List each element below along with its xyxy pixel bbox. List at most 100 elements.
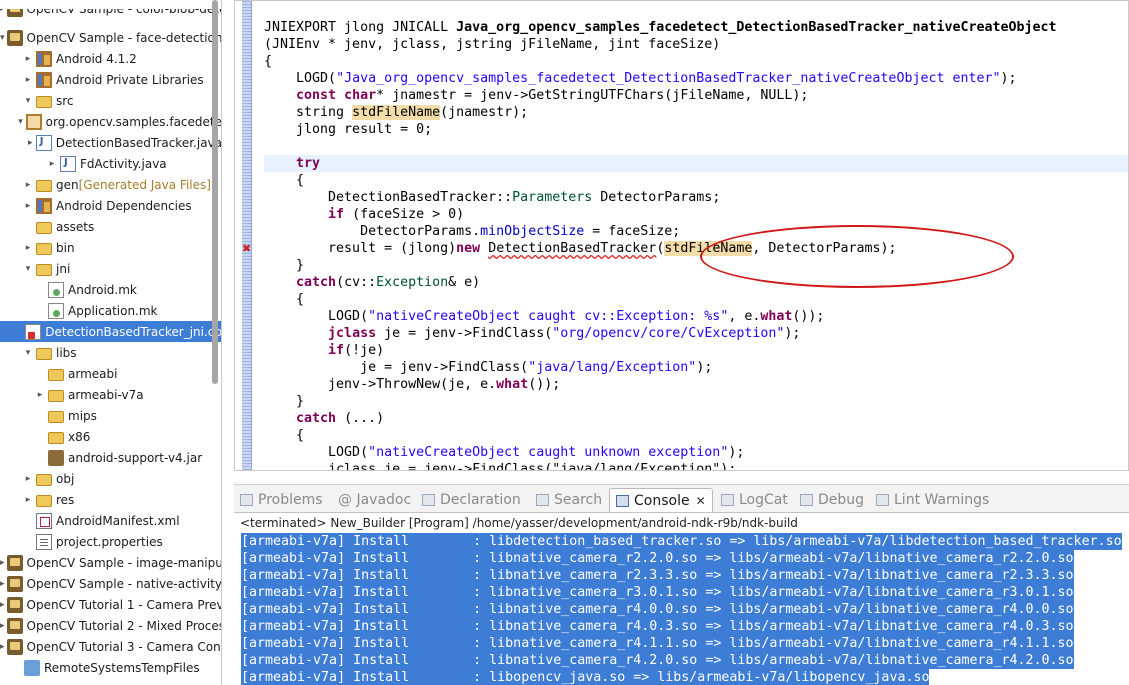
tree-item[interactable]: ▸ OpenCV Tutorial 2 - Mixed Proces [0, 615, 221, 636]
expand-toggle-icon[interactable]: ▾ [0, 33, 5, 43]
expand-toggle-icon[interactable]: ▸ [0, 600, 5, 610]
tree-item[interactable]: ▸ gen [Generated Java Files] [0, 174, 221, 195]
code-line[interactable]: jclass je = jenv->FindClass("org/opencv/… [264, 325, 1128, 342]
tree-item[interactable]: ▸ DetectionBasedTracker.java [0, 132, 221, 153]
code-line[interactable]: catch (...) [264, 410, 1128, 427]
expand-toggle-icon[interactable]: ▾ [22, 348, 34, 358]
code-line[interactable]: { [264, 172, 1128, 189]
code-line[interactable]: if (faceSize > 0) [264, 206, 1128, 223]
tree-item[interactable]: ▾ org.opencv.samples.facedete [0, 111, 221, 132]
console-line[interactable]: [armeabi-v7a] Install : libnative_camera… [241, 601, 1074, 618]
code-line[interactable]: if(!je) [264, 342, 1128, 359]
tree-item[interactable]: armeabi [0, 363, 221, 384]
expand-toggle-icon[interactable]: ▸ [0, 642, 5, 652]
tree-item[interactable]: ▸ armeabi-v7a [0, 384, 221, 405]
expand-toggle-icon[interactable]: ▸ [22, 180, 34, 190]
code-line[interactable]: jlong result = 0; [264, 121, 1128, 138]
tree-item[interactable]: AndroidManifest.xml [0, 510, 221, 531]
console-output[interactable]: [armeabi-v7a] Install : libdetection_bas… [241, 533, 1122, 685]
tree-item[interactable]: Android.mk [0, 279, 221, 300]
expand-toggle-icon[interactable]: ▸ [34, 390, 46, 400]
tree-item[interactable]: ▸ FdActivity.java [0, 153, 221, 174]
expand-toggle-icon[interactable]: ▸ [0, 579, 5, 589]
tab-console[interactable]: Console ✕ [609, 488, 713, 513]
console-line[interactable]: [armeabi-v7a] Install : libnative_camera… [241, 584, 1074, 601]
tab-lint-warnings[interactable]: Lint Warnings [876, 489, 989, 511]
tab-logcat[interactable]: LogCat [721, 489, 788, 511]
expand-toggle-icon[interactable]: ▾ [22, 264, 34, 274]
tree-item[interactable]: ▸ OpenCV Sample - native-activity [0, 573, 221, 594]
expand-toggle-icon[interactable]: ▸ [22, 474, 34, 484]
expand-toggle-icon[interactable]: ▾ [17, 117, 23, 127]
console-line[interactable]: [armeabi-v7a] Install : libopencv_java.s… [241, 669, 930, 685]
code-line[interactable]: LOGD("nativeCreateObject caught cv::Exce… [264, 308, 1128, 325]
package-explorer-scrollbar[interactable] [212, 0, 218, 384]
code-line[interactable]: DetectionBasedTracker::Parameters Detect… [264, 189, 1128, 206]
code-line[interactable]: string stdFileName(jnamestr); [264, 104, 1128, 121]
tree-item[interactable]: ▸ Android 4.1.2 [0, 48, 221, 69]
code-line[interactable]: try [264, 155, 1128, 172]
code-line[interactable]: catch(cv::Exception& e) [264, 274, 1128, 291]
expand-toggle-icon[interactable]: ▸ [22, 54, 34, 64]
expand-toggle-icon[interactable]: ▸ [46, 159, 58, 169]
code-line[interactable]: { [264, 53, 1128, 70]
console-line[interactable]: [armeabi-v7a] Install : libdetection_bas… [241, 533, 1122, 550]
expand-toggle-icon[interactable]: ▸ [22, 201, 34, 211]
code-editor[interactable]: ✖ JNIEXPORT jlong JNICALL Java_org_openc… [234, 0, 1129, 471]
tree-item[interactable]: ▾ jni [0, 258, 221, 279]
code-line[interactable]: const char* jnamestr = jenv->GetStringUT… [264, 87, 1128, 104]
tree-item[interactable]: ▸ OpenCV Sample - image-manipul [0, 552, 221, 573]
console-line[interactable]: [armeabi-v7a] Install : libnative_camera… [241, 618, 1074, 635]
expand-toggle-icon[interactable]: ▸ [0, 558, 5, 568]
expand-toggle-icon[interactable]: ▸ [22, 495, 34, 505]
tree-item[interactable]: x86 [0, 426, 221, 447]
tree-item[interactable]: ▸ obj [0, 468, 221, 489]
tree-item[interactable]: Application.mk [0, 300, 221, 321]
code-line[interactable]: je = jenv->FindClass("java/lang/Exceptio… [264, 359, 1128, 376]
tab-debug[interactable]: Debug [800, 489, 864, 511]
tree-item[interactable]: ▾ libs [0, 342, 221, 363]
code-token: Exception [376, 275, 449, 290]
code-line[interactable]: DetectorParams.minObjectSize = faceSize; [264, 223, 1128, 240]
tree-item[interactable]: android-support-v4.jar [0, 447, 221, 468]
tab-declaration[interactable]: Declaration [422, 489, 521, 511]
code-line[interactable]: jclass je = jenv->FindClass("java/lang/E… [264, 461, 1128, 470]
tree-item[interactable]: ▾ src [0, 90, 221, 111]
code-line[interactable]: (JNIEnv * jenv, jclass, jstring jFileNam… [264, 36, 1128, 53]
code-line[interactable]: } [264, 393, 1128, 410]
expand-toggle-icon[interactable]: ▸ [22, 75, 34, 85]
error-marker-icon[interactable]: ✖ [242, 242, 255, 255]
tree-item[interactable]: ▾ OpenCV Sample - face-detection [0, 27, 221, 48]
console-line[interactable]: [armeabi-v7a] Install : libnative_camera… [241, 567, 1074, 584]
console-line[interactable]: [armeabi-v7a] Install : libnative_camera… [241, 550, 1074, 567]
code-line[interactable] [264, 138, 1128, 155]
tab-problems[interactable]: Problems [240, 489, 323, 511]
tab-search[interactable]: Search [536, 489, 602, 511]
code-line[interactable]: LOGD("Java_org_opencv_samples_facedetect… [264, 70, 1128, 87]
code-line[interactable]: jenv->ThrowNew(je, e.what()); [264, 376, 1128, 393]
close-icon[interactable]: ✕ [696, 494, 706, 508]
expand-toggle-icon[interactable]: ▾ [22, 96, 34, 106]
tree-item[interactable]: DetectionBasedTracker_jni.cp [0, 321, 221, 342]
code-line[interactable]: JNIEXPORT jlong JNICALL Java_org_opencv_… [264, 19, 1128, 36]
code-token: LOGD( [264, 445, 369, 460]
tree-item[interactable]: RemoteSystemsTempFiles [0, 657, 221, 678]
code-line[interactable]: LOGD("nativeCreateObject caught unknown … [264, 444, 1128, 461]
expand-toggle-icon[interactable]: ▸ [0, 621, 5, 631]
tree-item[interactable]: ▸ Android Dependencies [0, 195, 221, 216]
tree-item[interactable]: ▸ bin [0, 237, 221, 258]
expand-toggle-icon[interactable]: ▸ [22, 243, 34, 253]
tree-item[interactable]: mips [0, 405, 221, 426]
console-line[interactable]: [armeabi-v7a] Install : libnative_camera… [241, 652, 1074, 669]
tree-item[interactable]: ▸ OpenCV Tutorial 3 - Camera Cont [0, 636, 221, 657]
code-line[interactable]: { [264, 427, 1128, 444]
tree-item[interactable]: ▸ Android Private Libraries [0, 69, 221, 90]
expand-toggle-icon[interactable]: ▸ [27, 138, 34, 148]
console-line[interactable]: [armeabi-v7a] Install : libnative_camera… [241, 635, 1074, 652]
tree-item[interactable]: ▸ OpenCV Tutorial 1 - Camera Previ [0, 594, 221, 615]
tree-item[interactable]: ▸ res [0, 489, 221, 510]
tree-item[interactable]: assets [0, 216, 221, 237]
tree-item[interactable]: project.properties [0, 531, 221, 552]
tab-javadoc[interactable]: @ Javadoc [338, 489, 411, 511]
code-line[interactable]: { [264, 291, 1128, 308]
